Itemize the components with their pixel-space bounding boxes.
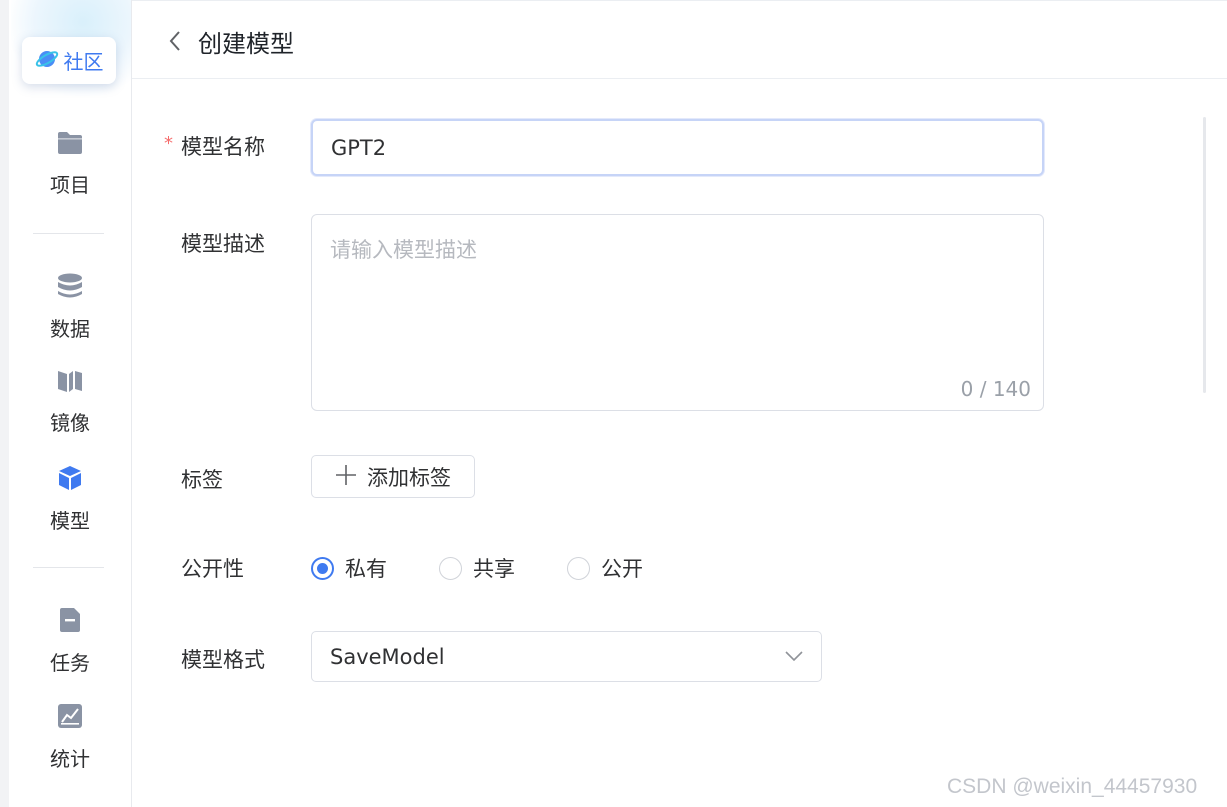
sidebar-item-label: 镜像 [50,411,90,435]
model-name-value: GPT2 [331,135,387,160]
radio-label: 共享 [473,557,515,581]
chart-stats-icon [9,702,131,734]
chevron-down-icon [785,647,803,666]
sidebar-divider [33,233,104,234]
visibility-radio-private[interactable]: 私有 [311,553,387,583]
sidebar: 社区 项目 数据 镜像 模型 任务 统计 [9,0,132,807]
radio-circle [311,556,334,580]
planet-icon [35,47,59,75]
radio-circle [439,556,462,580]
add-tag-button[interactable]: 添加标签 [311,455,475,498]
model-format-label: 模型格式 [181,648,265,672]
add-tag-label: 添加标签 [367,465,451,490]
database-icon [9,272,131,304]
required-mark: * [164,133,173,154]
sidebar-item-models[interactable]: 模型 [9,464,131,534]
folder-icon [9,130,131,160]
model-format-value: SaveModel [330,644,445,669]
radio-circle [567,556,590,580]
image-mirror-icon [9,368,131,398]
radio-label: 公开 [601,557,643,581]
sidebar-item-label: 任务 [50,651,90,675]
sidebar-item-projects[interactable]: 项目 [9,130,131,198]
sidebar-item-images[interactable]: 镜像 [9,368,131,436]
model-description-textarea[interactable]: 请输入模型描述 0 / 140 [311,214,1044,411]
description-placeholder: 请输入模型描述 [330,238,477,262]
tags-label: 标签 [181,468,223,492]
page-header: 创建模型 [132,0,1227,79]
plus-icon [335,464,357,490]
visibility-radio-shared[interactable]: 共享 [439,553,515,583]
sidebar-item-label: 数据 [50,317,90,341]
file-task-icon [9,606,131,638]
sidebar-item-data[interactable]: 数据 [9,272,131,342]
sidebar-item-label: 项目 [50,173,90,197]
community-button[interactable]: 社区 [22,37,116,84]
description-char-counter: 0 / 140 [960,377,1031,401]
visibility-radio-public[interactable]: 公开 [567,553,643,583]
sidebar-divider [33,567,104,568]
back-chevron-icon[interactable] [165,29,185,53]
cube-icon [9,464,131,496]
sidebar-item-label: 模型 [50,509,90,533]
sidebar-item-label: 统计 [50,747,90,771]
model-format-select[interactable]: SaveModel [311,631,822,682]
watermark-text: CSDN @weixin_44457930 [947,775,1198,798]
sidebar-item-stats[interactable]: 统计 [9,702,131,772]
visibility-label: 公开性 [181,557,244,581]
model-name-input[interactable]: GPT2 [311,119,1044,176]
sidebar-item-tasks[interactable]: 任务 [9,606,131,676]
model-description-label: 模型描述 [181,232,265,256]
page-title: 创建模型 [198,30,294,58]
scrollbar[interactable] [1203,117,1206,393]
radio-label: 私有 [345,557,387,581]
community-label: 社区 [63,50,104,74]
model-name-label: 模型名称 [181,135,265,159]
